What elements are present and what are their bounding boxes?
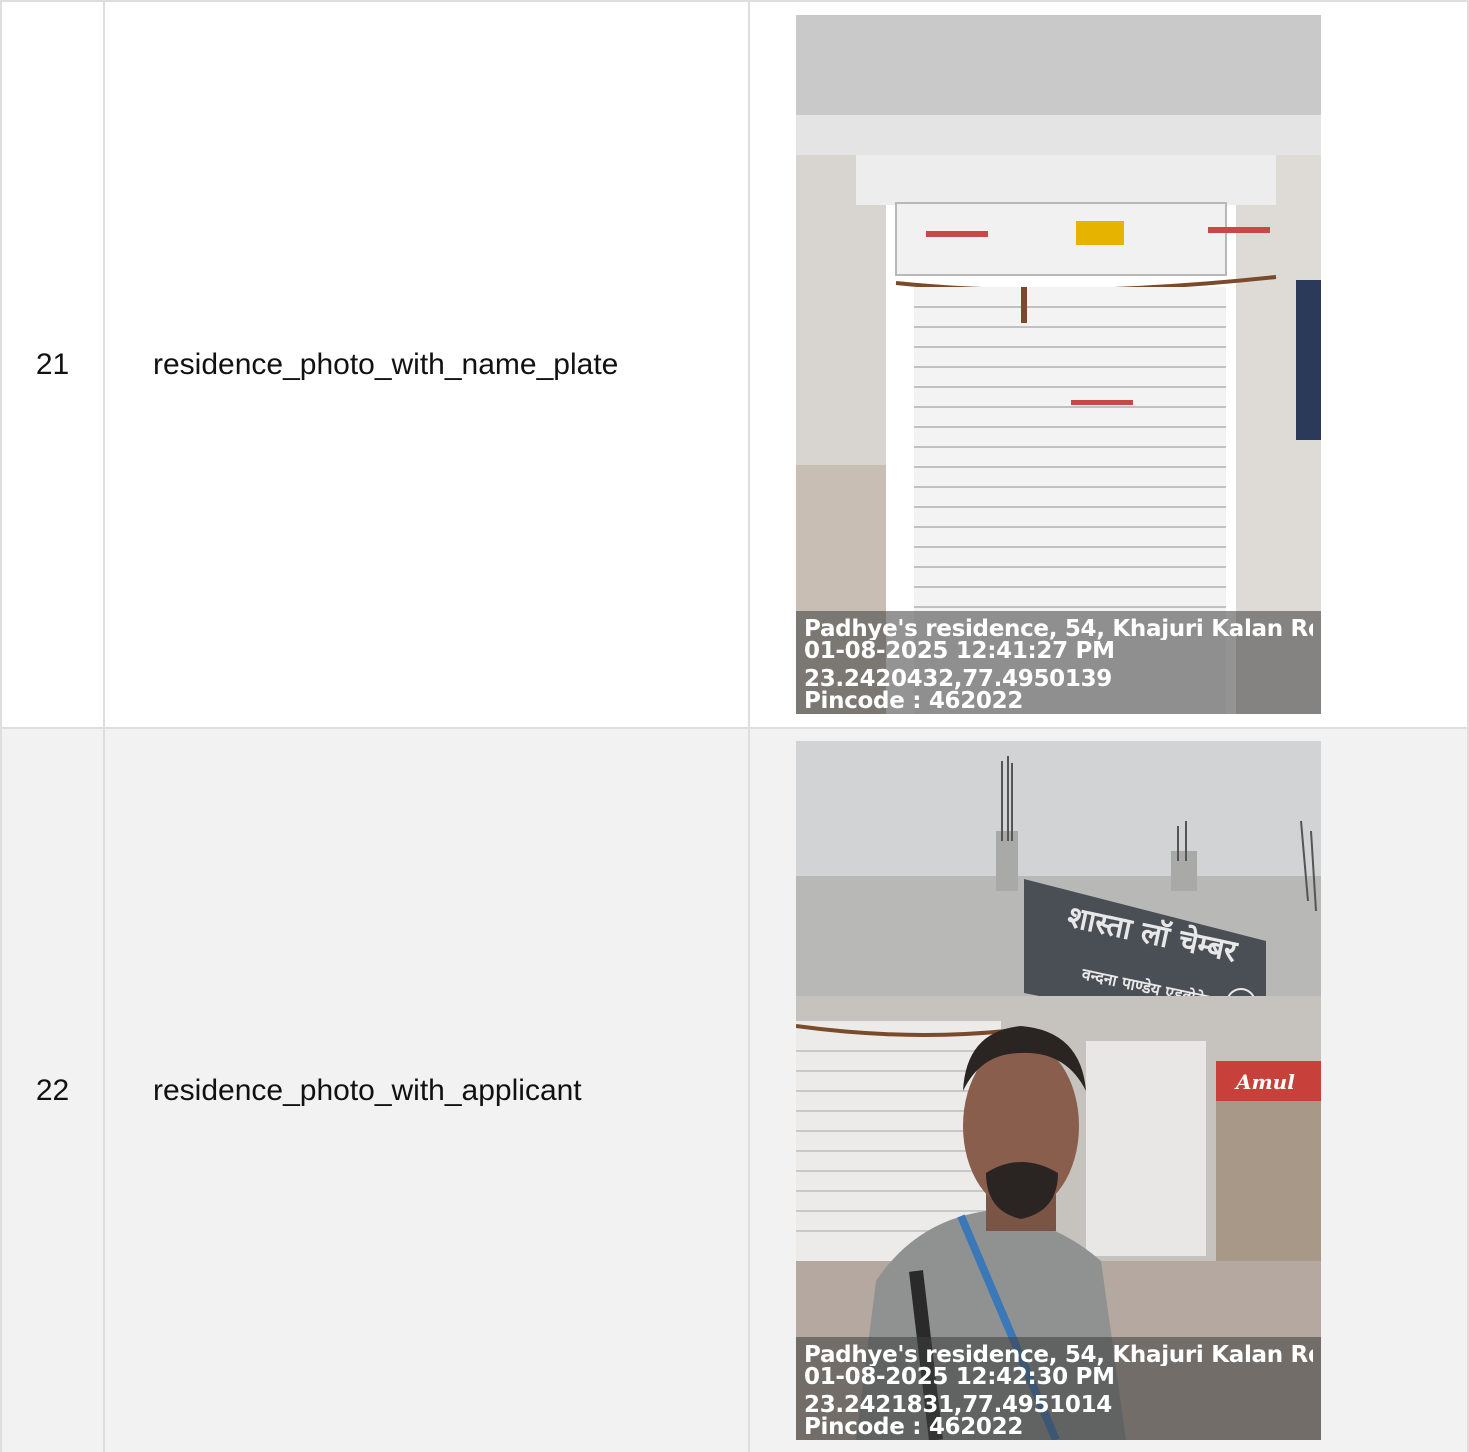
photo-label: residence_photo_with_name_plate <box>105 2 750 727</box>
photo-geotag-caption: Padhye's residence, 54, Khajuri Kalan Rd… <box>796 611 1321 714</box>
geotag-address: Padhye's residence, 54, Khajuri Kalan Rd… <box>804 1344 1313 1366</box>
photo-geotag-caption: Padhye's residence, 54, Khajuri Kalan Rd… <box>796 1337 1321 1440</box>
geotag-datetime: 01-08-2025 12:41:27 PM <box>804 640 1115 662</box>
photo-cell: Padhye's residence, 54, Khajuri Kalan Rd… <box>750 2 1467 727</box>
geotag-address: Padhye's residence, 54, Khajuri Kalan Rd… <box>804 618 1313 640</box>
photo-label: residence_photo_with_applicant <box>105 729 750 1452</box>
shop-sign-text: Amul <box>1234 1070 1295 1094</box>
residence-photo-name-plate: Padhye's residence, 54, Khajuri Kalan Rd… <box>796 15 1321 714</box>
photo-cell: शास्ता लॉ चेम्बर वन्दना पाण्डेय एडवोकेट <box>750 729 1467 1452</box>
table-row: 21 residence_photo_with_name_plate Padhy… <box>2 2 1467 729</box>
document-table: 21 residence_photo_with_name_plate Padhy… <box>0 0 1469 1452</box>
geotag-pincode: Pincode : 462022 <box>804 1416 1024 1438</box>
geotag-datetime: 01-08-2025 12:42:30 PM <box>804 1366 1115 1388</box>
applicant-selfie-illustration: शास्ता लॉ चेम्बर वन्दना पाण्डेय एडवोकेट <box>796 741 1321 1440</box>
row-number: 21 <box>2 2 105 727</box>
row-number: 22 <box>2 729 105 1452</box>
shutter-illustration <box>796 15 1321 714</box>
residence-photo-applicant: शास्ता लॉ चेम्बर वन्दना पाण्डेय एडवोकेट <box>796 741 1321 1440</box>
geotag-pincode: Pincode : 462022 <box>804 690 1024 712</box>
geotag-coordinates: 23.2420432,77.4950139 <box>804 668 1112 690</box>
table-row: 22 residence_photo_with_applicant शास्ता… <box>2 729 1467 1452</box>
geotag-coordinates: 23.2421831,77.4951014 <box>804 1394 1112 1416</box>
